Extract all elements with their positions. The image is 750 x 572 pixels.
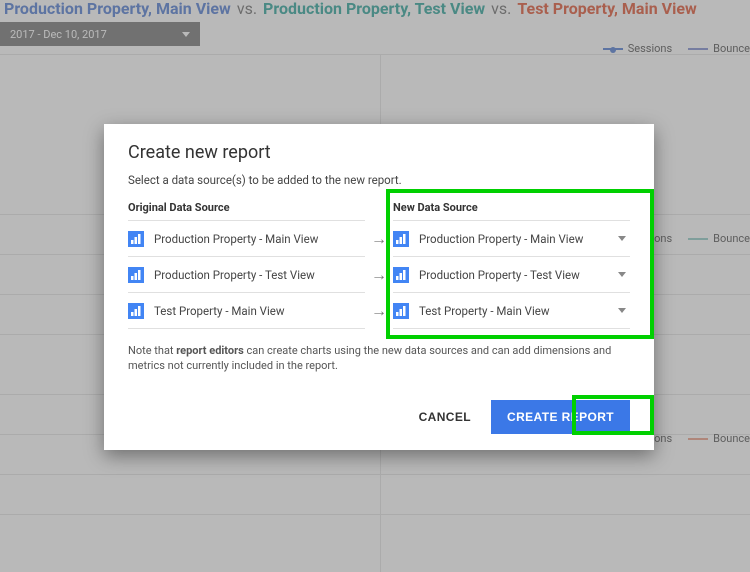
new-datasource-select[interactable]: Production Property - Test View: [393, 257, 630, 293]
original-column-header: Original Data Source: [128, 201, 365, 221]
dialog-title: Create new report: [128, 142, 630, 163]
arrow-right-icon: →: [365, 293, 393, 329]
new-column: New Data Source Production Property - Ma…: [393, 201, 630, 329]
selected-label: Production Property - Test View: [419, 268, 618, 282]
new-datasource-select[interactable]: Production Property - Main View: [393, 221, 630, 257]
original-row: Production Property - Test View: [128, 257, 365, 293]
original-row: Production Property - Main View: [128, 221, 365, 257]
note-bold: report editors: [176, 344, 244, 357]
chevron-down-icon: [618, 272, 626, 277]
cancel-button[interactable]: CANCEL: [409, 400, 481, 434]
chevron-down-icon: [618, 308, 626, 313]
note-pre: Note that: [128, 344, 176, 357]
report-editors-note: Note that report editors can create char…: [128, 343, 630, 374]
datastudio-icon: [393, 267, 409, 283]
new-datasource-select[interactable]: Test Property - Main View: [393, 293, 630, 329]
dialog-subtitle: Select a data source(s) to be added to t…: [128, 173, 630, 187]
original-label: Production Property - Test View: [154, 268, 365, 282]
arrow-right-icon: →: [365, 257, 393, 293]
create-report-button[interactable]: CREATE REPORT: [491, 400, 630, 434]
original-label: Production Property - Main View: [154, 232, 365, 246]
original-column: Original Data Source Production Property…: [128, 201, 365, 329]
datastudio-icon: [393, 303, 409, 319]
original-row: Test Property - Main View: [128, 293, 365, 329]
create-report-dialog: Create new report Select a data source(s…: [104, 124, 654, 450]
chevron-down-icon: [618, 236, 626, 241]
data-source-columns: Original Data Source Production Property…: [128, 201, 630, 329]
datastudio-icon: [128, 267, 144, 283]
original-label: Test Property - Main View: [154, 304, 365, 318]
arrow-right-icon: →: [365, 221, 393, 257]
selected-label: Production Property - Main View: [419, 232, 618, 246]
new-column-header: New Data Source: [393, 201, 630, 221]
arrow-column: → → →: [365, 201, 393, 329]
dialog-actions: CANCEL CREATE REPORT: [128, 400, 630, 434]
datastudio-icon: [128, 303, 144, 319]
datastudio-icon: [393, 231, 409, 247]
datastudio-icon: [128, 231, 144, 247]
selected-label: Test Property - Main View: [419, 304, 618, 318]
